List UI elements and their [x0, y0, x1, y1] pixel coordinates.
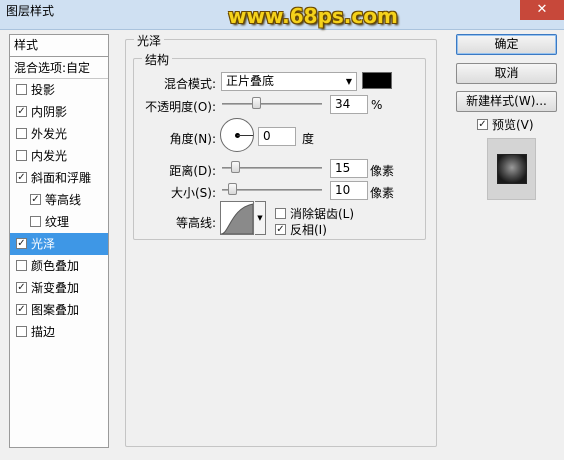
angle-label: 角度(N):	[169, 132, 216, 146]
style-item-label: 光泽	[31, 237, 56, 251]
antialias-checkbox[interactable]	[275, 208, 286, 219]
style-item-satin[interactable]: 光泽	[10, 233, 108, 255]
opacity-unit: %	[371, 98, 383, 112]
angle-unit: 度	[302, 132, 315, 146]
distance-unit: 像素	[370, 164, 395, 178]
opacity-label: 不透明度(O):	[145, 100, 216, 114]
opacity-slider-handle[interactable]	[252, 97, 261, 109]
distance-slider-handle[interactable]	[231, 161, 240, 173]
contour-label: 等高线:	[175, 216, 216, 230]
watermark: www.68ps.com	[228, 4, 398, 28]
checkbox-inner-glow[interactable]	[16, 150, 27, 161]
blend-mode-label: 混合模式:	[163, 77, 216, 91]
style-item-inner-glow[interactable]: 内发光	[10, 145, 108, 167]
preview-checkbox[interactable]	[477, 119, 488, 130]
style-item-label: 渐变叠加	[31, 281, 80, 295]
ok-button[interactable]: 确定	[456, 34, 557, 55]
style-item-label: 内阴影	[31, 105, 68, 119]
checkbox-texture[interactable]	[30, 216, 41, 227]
style-preview-swatch	[497, 154, 527, 184]
invert-option[interactable]: 反相(I)	[275, 221, 327, 238]
close-icon: ✕	[536, 2, 548, 17]
opacity-input[interactable]: 34	[330, 95, 368, 114]
chevron-down-icon: ▼	[345, 77, 352, 86]
style-item-label: 描边	[31, 325, 56, 339]
contour-preview[interactable]	[220, 201, 254, 235]
blend-options-label: 混合选项:自定	[14, 61, 91, 75]
style-item-stroke[interactable]: 描边	[10, 321, 108, 343]
checkbox-stroke[interactable]	[16, 326, 27, 337]
distance-input[interactable]: 15	[330, 159, 368, 178]
cancel-button[interactable]: 取消	[456, 63, 557, 84]
opacity-slider[interactable]	[222, 103, 322, 105]
checkbox-drop-shadow[interactable]	[16, 84, 27, 95]
style-item-label: 颜色叠加	[31, 259, 80, 273]
style-item-inner-shadow[interactable]: 内阴影	[10, 101, 108, 123]
blend-mode-select[interactable]: 正片叠底 ▼	[221, 72, 357, 91]
style-item-label: 外发光	[31, 127, 68, 141]
checkbox-satin[interactable]	[16, 238, 27, 249]
structure-group-title: 结构	[142, 51, 173, 68]
angle-dial-hand	[237, 135, 253, 136]
checkbox-bevel-emboss[interactable]	[16, 172, 27, 183]
style-list: 样式 混合选项:自定 投影 内阴影 外发光 内发光 斜面和浮雕 等高线 纹理 光…	[9, 34, 109, 448]
size-slider[interactable]	[222, 189, 322, 191]
blend-color-swatch[interactable]	[362, 72, 392, 89]
contour-curve-icon	[220, 203, 254, 235]
checkbox-outer-glow[interactable]	[16, 128, 27, 139]
style-item-bevel-emboss[interactable]: 斜面和浮雕	[10, 167, 108, 189]
style-item-pattern-overlay[interactable]: 图案叠加	[10, 299, 108, 321]
size-slider-handle[interactable]	[228, 183, 237, 195]
preview-option[interactable]: 预览(V)	[477, 116, 534, 133]
close-button[interactable]: ✕	[520, 0, 564, 20]
new-style-button[interactable]: 新建样式(W)...	[456, 91, 557, 112]
title-bar: 图层样式 www.68ps.com ✕	[0, 0, 564, 30]
chevron-down-icon: ▼	[257, 214, 263, 222]
style-item-texture[interactable]: 纹理	[10, 211, 108, 233]
size-label: 大小(S):	[170, 186, 216, 200]
style-item-label: 图案叠加	[31, 303, 80, 317]
checkbox-inner-shadow[interactable]	[16, 106, 27, 117]
style-item-label: 斜面和浮雕	[31, 171, 92, 185]
checkbox-contour[interactable]	[30, 194, 41, 205]
style-preview-thumbnail	[487, 138, 536, 200]
satin-group-title: 光泽	[134, 32, 165, 49]
antialias-label: 消除锯齿(L)	[290, 207, 355, 221]
size-input[interactable]: 10	[330, 181, 368, 200]
blend-options-item[interactable]: 混合选项:自定	[10, 57, 108, 79]
style-item-outer-glow[interactable]: 外发光	[10, 123, 108, 145]
angle-dial[interactable]	[220, 118, 254, 152]
style-list-header: 样式	[10, 35, 108, 57]
checkbox-color-overlay[interactable]	[16, 260, 27, 271]
checkbox-pattern-overlay[interactable]	[16, 304, 27, 315]
distance-label: 距离(D):	[169, 164, 216, 178]
invert-checkbox[interactable]	[275, 224, 286, 235]
style-item-label: 内发光	[31, 149, 68, 163]
style-item-color-overlay[interactable]: 颜色叠加	[10, 255, 108, 277]
angle-input[interactable]: 0	[258, 127, 296, 146]
blend-mode-value: 正片叠底	[226, 74, 275, 88]
preview-label: 预览(V)	[492, 118, 534, 132]
antialias-option[interactable]: 消除锯齿(L)	[275, 205, 354, 222]
window-title: 图层样式	[6, 4, 55, 18]
style-item-drop-shadow[interactable]: 投影	[10, 79, 108, 101]
style-item-label: 投影	[31, 83, 56, 97]
style-item-gradient-overlay[interactable]: 渐变叠加	[10, 277, 108, 299]
size-unit: 像素	[370, 186, 395, 200]
contour-dropdown[interactable]: ▼	[255, 201, 266, 235]
style-item-label: 等高线	[45, 193, 82, 207]
style-item-label: 纹理	[45, 215, 70, 229]
invert-label: 反相(I)	[290, 223, 327, 237]
checkbox-gradient-overlay[interactable]	[16, 282, 27, 293]
style-item-contour[interactable]: 等高线	[10, 189, 108, 211]
